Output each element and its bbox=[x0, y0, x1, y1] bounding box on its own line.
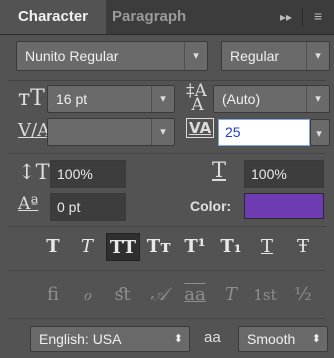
discretionary-ligatures-button[interactable]: ﬆ bbox=[106, 280, 140, 310]
kerning-icon: V/A bbox=[18, 120, 51, 141]
ordinals-button[interactable]: 1st bbox=[248, 280, 282, 310]
all-caps-button[interactable]: TT bbox=[106, 233, 140, 261]
font-family-dropdown[interactable]: Nunito Regular ▾ bbox=[16, 41, 208, 71]
anti-aliasing-icon: aa bbox=[204, 329, 221, 346]
baseline-shift-icon: Aª bbox=[18, 194, 39, 214]
faux-italic-button[interactable]: T bbox=[70, 233, 104, 261]
color-label: Color: bbox=[190, 198, 232, 214]
up-down-chevron-icon: ⬍ bbox=[311, 333, 321, 345]
font-family-value: Nunito Regular bbox=[25, 48, 119, 64]
tab-paragraph[interactable]: Paragraph bbox=[112, 0, 186, 34]
kerning-dropdown[interactable]: ▾ bbox=[47, 118, 175, 146]
chevron-down-icon: ▾ bbox=[316, 128, 322, 140]
underline-button[interactable]: T bbox=[250, 233, 284, 261]
faux-bold-button[interactable]: T bbox=[36, 233, 70, 261]
horizontal-scale-input[interactable]: 100% bbox=[244, 160, 324, 188]
tracking-dropdown-button[interactable]: ▾ bbox=[310, 119, 330, 146]
leading-value: (Auto) bbox=[222, 91, 261, 107]
language-dropdown[interactable]: English: USA ⬍ bbox=[30, 326, 190, 352]
baseline-shift-input[interactable]: 0 pt bbox=[50, 193, 126, 221]
divider bbox=[302, 8, 303, 26]
superscript-button[interactable]: T¹ bbox=[178, 233, 212, 261]
up-down-chevron-icon: ⬍ bbox=[173, 333, 183, 345]
font-size-dropdown[interactable]: 16 pt ▾ bbox=[47, 85, 175, 113]
standard-ligatures-button[interactable]: ﬁ bbox=[36, 280, 70, 310]
color-swatch[interactable] bbox=[244, 193, 324, 219]
font-style-value: Regular bbox=[230, 48, 280, 64]
small-caps-button[interactable]: Tт bbox=[142, 233, 176, 261]
vertical-scale-input[interactable]: 100% bbox=[50, 160, 126, 188]
divider bbox=[8, 153, 326, 154]
vertical-scale-icon: ↕T bbox=[18, 160, 50, 184]
font-style-dropdown[interactable]: Regular ▾ bbox=[221, 41, 330, 71]
language-value: English: USA bbox=[39, 331, 122, 347]
font-size-icon: ᴛT bbox=[18, 86, 45, 111]
panel-menu-icon[interactable]: ≡ bbox=[314, 8, 322, 24]
strikethrough-button[interactable]: Ŧ bbox=[286, 233, 320, 261]
subscript-button[interactable]: T₁ bbox=[214, 233, 248, 261]
horizontal-scale-icon: T bbox=[212, 158, 227, 182]
tracking-input[interactable]: 25 bbox=[218, 119, 310, 146]
panel-tab-bar: Character Paragraph ▸▸ ≡ bbox=[0, 0, 334, 35]
anti-aliasing-dropdown[interactable]: Smooth ⬍ bbox=[238, 326, 328, 352]
titling-alternates-button[interactable]: T bbox=[214, 280, 248, 310]
contextual-alternates-button[interactable]: ℴ bbox=[70, 280, 104, 310]
leading-icon: ‡A A bbox=[186, 81, 207, 115]
tab-character[interactable]: Character bbox=[0, 0, 106, 34]
divider bbox=[8, 80, 326, 81]
chevron-down-icon: ▾ bbox=[151, 119, 174, 145]
tracking-icon: VA bbox=[186, 118, 215, 138]
swash-button[interactable]: 𝒜 bbox=[142, 280, 176, 310]
collapse-panel-icon[interactable]: ▸▸ bbox=[280, 10, 292, 24]
chevron-down-icon: ▾ bbox=[184, 42, 207, 70]
fractions-button[interactable]: ½ bbox=[286, 280, 320, 310]
leading-dropdown[interactable]: (Auto) ▾ bbox=[213, 85, 330, 113]
chevron-down-icon: ▾ bbox=[151, 86, 174, 112]
divider bbox=[8, 318, 326, 319]
chevron-down-icon: ▾ bbox=[306, 42, 329, 70]
divider bbox=[8, 226, 326, 227]
chevron-down-icon: ▾ bbox=[306, 86, 329, 112]
font-size-value: 16 pt bbox=[56, 91, 88, 107]
divider bbox=[8, 270, 326, 271]
anti-aliasing-value: Smooth bbox=[247, 331, 296, 347]
stylistic-alternates-button[interactable]: aa bbox=[178, 280, 212, 310]
